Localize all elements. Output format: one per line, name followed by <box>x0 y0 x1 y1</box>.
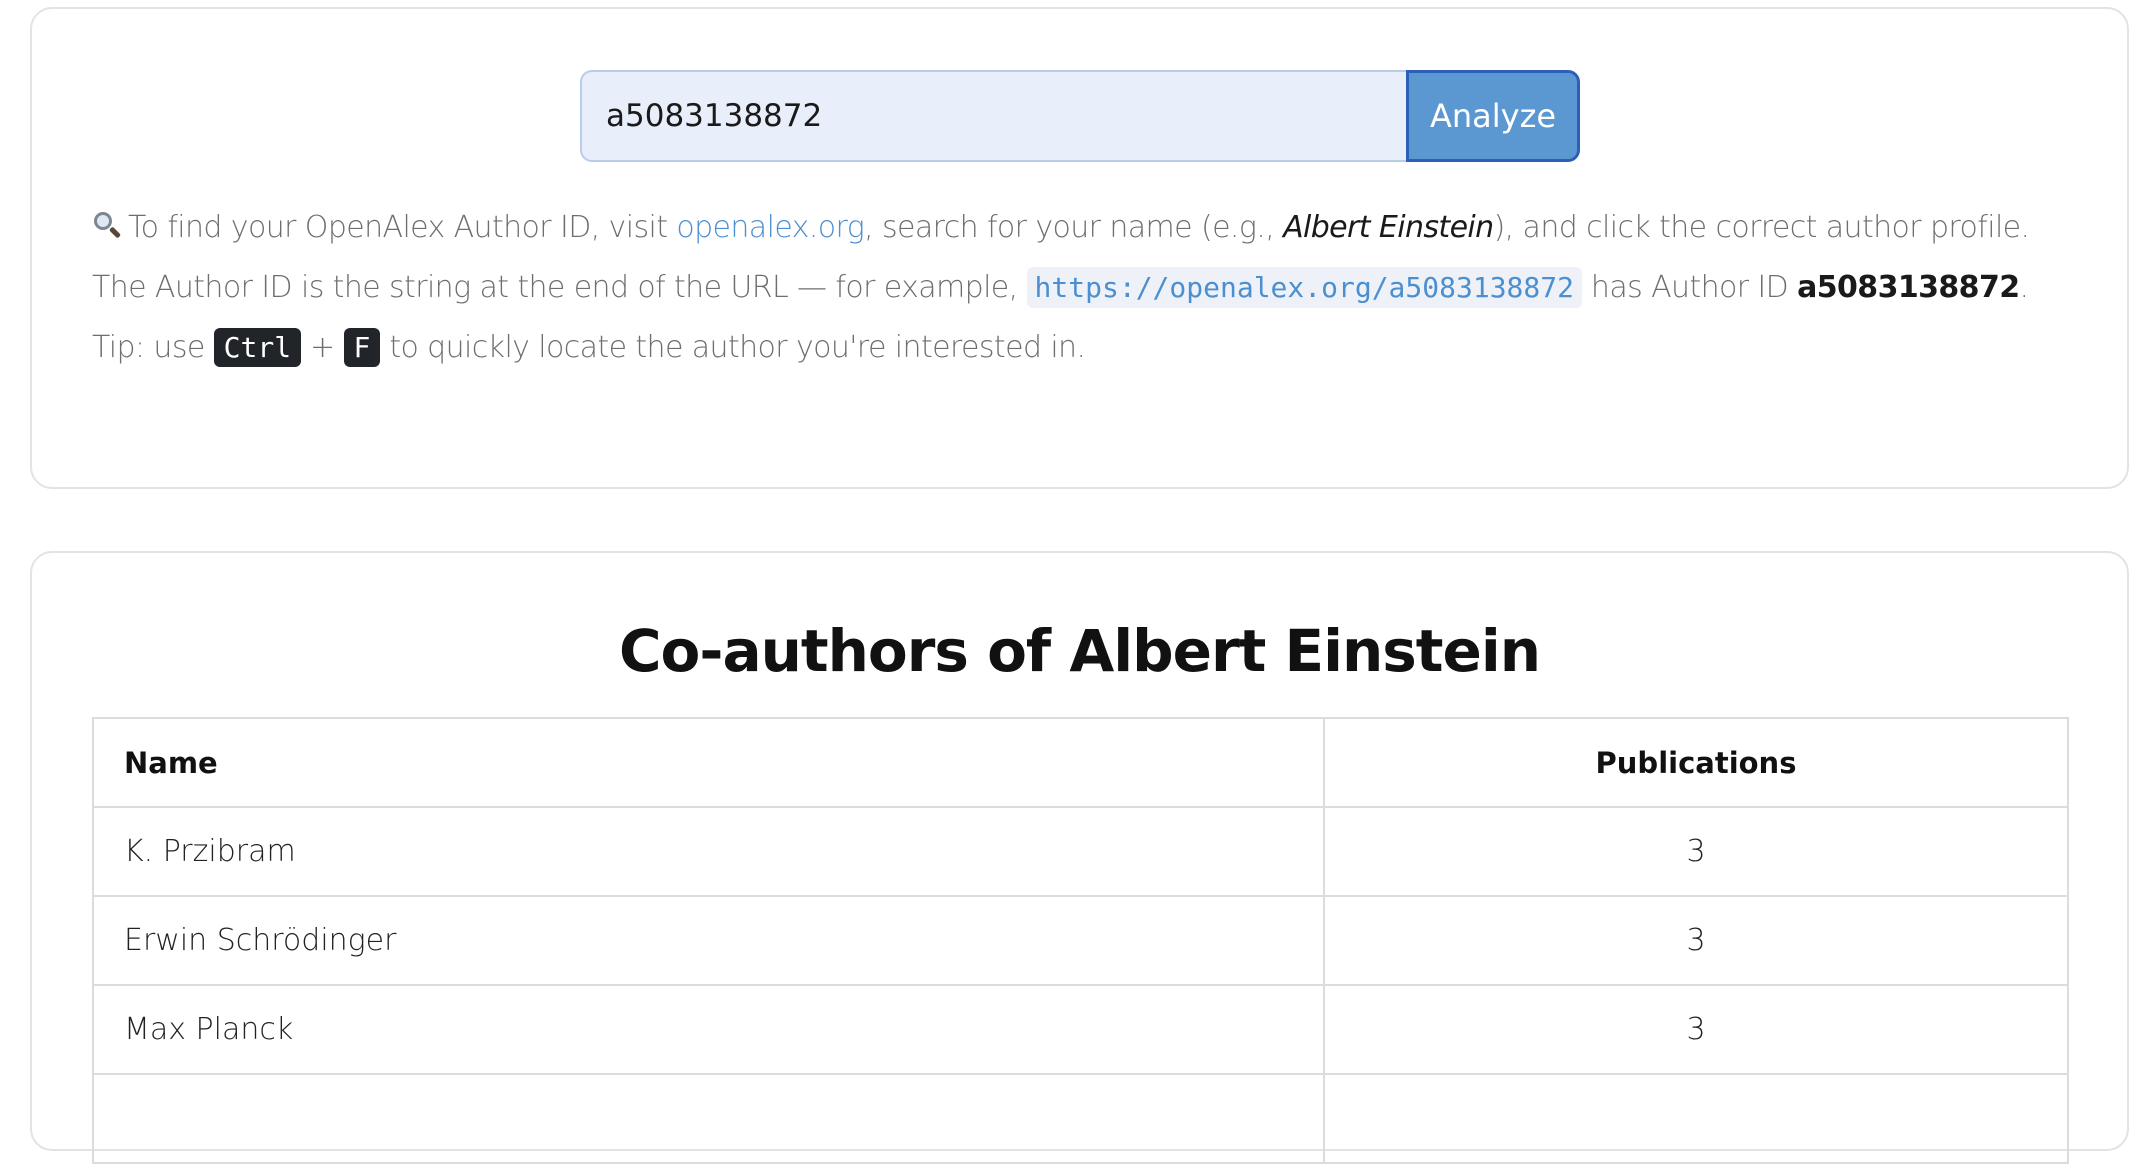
coauthor-name: K. Przibram <box>92 806 1325 897</box>
coauthor-name <box>92 1073 1325 1164</box>
results-title: Co-authors of Albert Einstein <box>618 617 1541 685</box>
table-row <box>92 1073 2069 1164</box>
publication-count: 3 <box>1323 895 2069 986</box>
help-line-2: The Author ID is the string at the end o… <box>92 258 2092 318</box>
author-id-input[interactable] <box>580 70 1406 162</box>
results-card: Co-authors of Albert Einstein Name Publi… <box>30 551 2129 1164</box>
coauthor-name: Max Planck <box>92 984 1325 1075</box>
table-row: Max Planck 3 <box>92 984 2069 1075</box>
example-name: Albert Einstein <box>1283 210 1494 245</box>
help-text: To find your OpenAlex Author ID, visit o… <box>92 198 2092 378</box>
analyze-button[interactable]: Analyze <box>1406 70 1580 162</box>
table-header-row: Name Publications <box>92 717 2069 808</box>
name-column-header[interactable]: Name <box>92 717 1325 808</box>
coauthor-name: Erwin Schrödinger <box>92 895 1325 986</box>
publications-column-header[interactable]: Publications <box>1323 717 2069 808</box>
publication-count: 3 <box>1323 984 2069 1075</box>
search-card: Analyze To find your OpenAlex Author ID,… <box>30 7 2129 489</box>
publication-count: 3 <box>1323 806 2069 897</box>
example-author-id: a5083138872 <box>1797 270 2020 305</box>
example-url: https://openalex.org/a5083138872 <box>1026 267 1582 308</box>
table-row: K. Przibram 3 <box>92 806 2069 897</box>
magnifying-glass-icon <box>92 210 122 240</box>
f-key: F <box>343 328 381 367</box>
publication-count <box>1323 1073 2069 1164</box>
search-bar: Analyze <box>580 70 1580 162</box>
ctrl-key: Ctrl <box>213 328 302 367</box>
coauthors-table: Name Publications K. Przibram 3 Erwin Sc… <box>92 717 2069 1164</box>
help-tip: Tip: use Ctrl + F to quickly locate the … <box>92 328 1086 367</box>
table-row: Erwin Schrödinger 3 <box>92 895 2069 986</box>
openalex-link[interactable]: openalex.org <box>676 210 864 245</box>
help-line-1: To find your OpenAlex Author ID, visit o… <box>92 198 2092 258</box>
